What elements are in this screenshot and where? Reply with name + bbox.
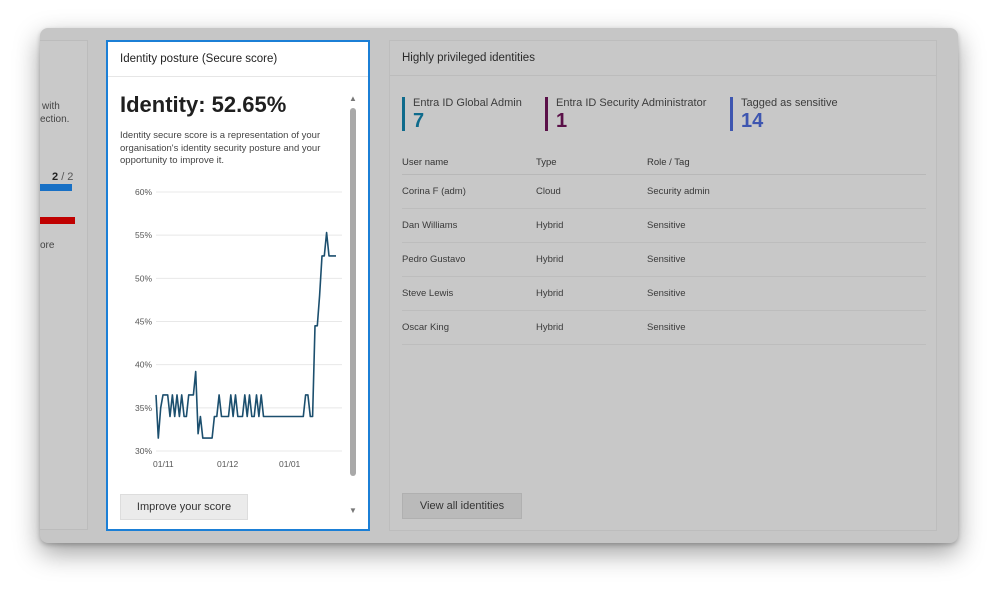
cell-user-name: Pedro Gustavo <box>402 254 466 265</box>
secure-score-card-title: Identity posture (Secure score) <box>108 42 368 77</box>
column-header-type[interactable]: Type <box>536 157 647 168</box>
left-card-progress-red <box>40 217 75 224</box>
cell-role-tag: Sensitive <box>647 288 686 299</box>
cell-user-name: Oscar King <box>402 322 449 333</box>
cell-type: Hybrid <box>536 220 564 231</box>
stat-value: 7 <box>413 110 425 132</box>
left-card-count-total: / 2 <box>61 171 74 183</box>
stat-global-admin[interactable]: Entra ID Global Admin 7 <box>402 97 522 132</box>
left-card-count-value: 2 <box>52 171 59 183</box>
stat-value: 14 <box>741 110 764 132</box>
column-header-role-tag[interactable]: Role / Tag <box>647 157 847 168</box>
x-tick-label: 01/01 <box>279 459 301 469</box>
left-card-text: ection. <box>40 114 70 125</box>
table-row[interactable]: Dan Williams Hybrid Sensitive <box>402 209 926 243</box>
left-card-progress-blue <box>40 184 72 191</box>
privileged-identities-table: User name Type Role / Tag Corina F (adm)… <box>402 151 926 345</box>
y-tick-label: 55% <box>135 230 152 240</box>
left-card-count: 2 / 2 <box>52 171 73 183</box>
y-tick-label: 45% <box>135 317 152 327</box>
left-card-text: ore <box>40 240 55 251</box>
partial-left-card: with ection. 2 / 2 ore <box>40 40 88 530</box>
cell-user-name: Corina F (adm) <box>402 186 466 197</box>
privileged-identities-card: Highly privileged identities Entra ID Gl… <box>389 40 937 531</box>
cell-role-tag: Security admin <box>647 186 710 197</box>
cell-role-tag: Sensitive <box>647 220 686 231</box>
column-header-user-name[interactable]: User name <box>402 157 536 168</box>
scroll-up-icon[interactable]: ▲ <box>348 94 358 104</box>
cell-type: Hybrid <box>536 288 564 299</box>
x-tick-label: 01/12 <box>217 459 239 469</box>
table-row[interactable]: Pedro Gustavo Hybrid Sensitive <box>402 243 926 277</box>
stat-label: Entra ID Security Administrator <box>556 97 707 109</box>
x-tick-label: 01/11 <box>153 459 174 469</box>
y-tick-label: 60% <box>135 187 152 197</box>
left-card-text: with <box>42 101 60 112</box>
improve-score-button[interactable]: Improve your score <box>120 494 248 520</box>
cell-role-tag: Sensitive <box>647 322 686 333</box>
cell-user-name: Steve Lewis <box>402 288 454 299</box>
secure-score-description: Identity secure score is a representatio… <box>120 130 321 166</box>
cell-type: Cloud <box>536 186 561 197</box>
cell-user-name: Dan Williams <box>402 220 458 231</box>
y-tick-label: 50% <box>135 273 152 283</box>
secure-score-chart: 30% 35% 40% 45% 50% 55% 60% 01/11 01/12 01/01 <box>135 187 342 469</box>
identity-score: Identity: 52.65% <box>120 92 287 117</box>
secure-score-line <box>155 231 336 439</box>
secure-score-card[interactable]: Identity posture (Secure score) Identity… <box>106 40 370 531</box>
table-row[interactable]: Steve Lewis Hybrid Sensitive <box>402 277 926 311</box>
stat-label: Tagged as sensitive <box>741 97 838 109</box>
scroll-down-icon[interactable]: ▼ <box>348 506 358 516</box>
stat-label: Entra ID Global Admin <box>413 97 522 109</box>
stat-tagged-sensitive[interactable]: Tagged as sensitive 14 <box>730 97 838 132</box>
table-row[interactable]: Corina F (adm) Cloud Security admin <box>402 175 926 209</box>
card-scrollbar[interactable]: ▲ ▼ <box>348 94 358 518</box>
view-all-identities-button[interactable]: View all identities <box>402 493 522 519</box>
stat-value: 1 <box>556 110 568 132</box>
cell-role-tag: Sensitive <box>647 254 686 265</box>
window-frame: with ection. 2 / 2 ore Identity posture … <box>40 28 958 543</box>
privileged-identities-title: Highly privileged identities <box>390 41 936 76</box>
stat-security-admin[interactable]: Entra ID Security Administrator 1 <box>545 97 707 132</box>
table-row[interactable]: Oscar King Hybrid Sensitive <box>402 311 926 345</box>
y-tick-label: 35% <box>135 403 152 413</box>
table-header: User name Type Role / Tag <box>402 151 926 175</box>
y-tick-label: 30% <box>135 446 152 456</box>
scroll-thumb[interactable] <box>350 108 356 476</box>
cell-type: Hybrid <box>536 322 564 333</box>
cell-type: Hybrid <box>536 254 564 265</box>
y-tick-label: 40% <box>135 360 152 370</box>
